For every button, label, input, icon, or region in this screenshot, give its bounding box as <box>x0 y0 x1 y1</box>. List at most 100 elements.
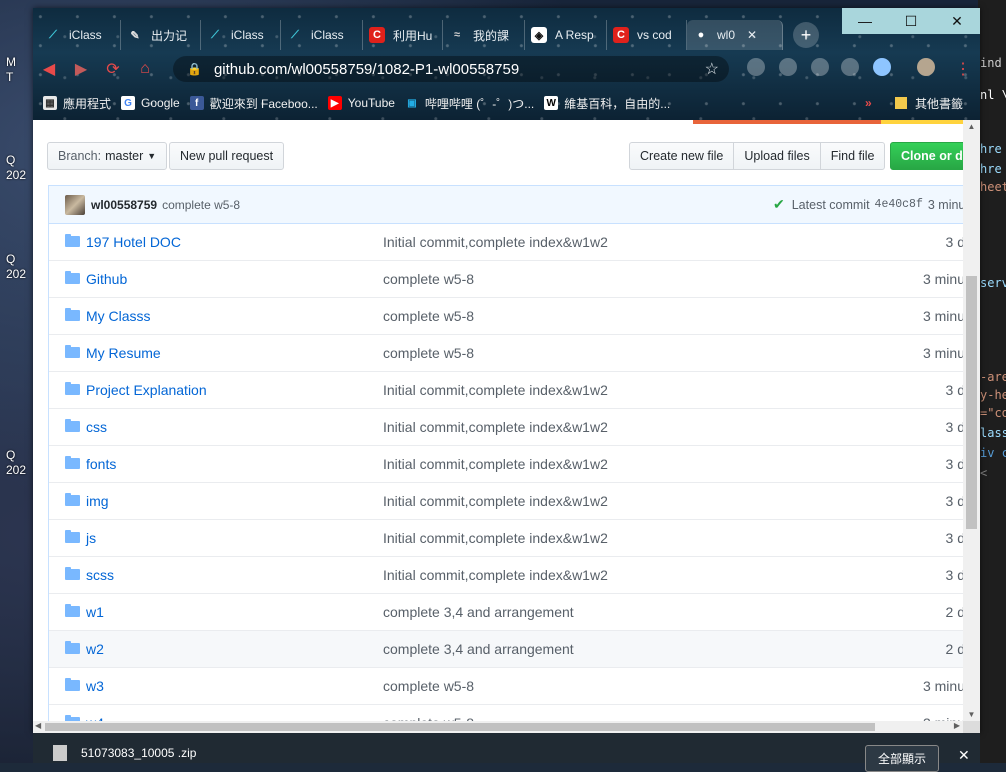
file-row[interactable]: js Initial commit,complete index&w1w2 3 d <box>49 520 963 557</box>
horizontal-scroll-thumb[interactable] <box>45 723 875 731</box>
file-row[interactable]: img Initial commit,complete index&w1w2 3 d <box>49 483 963 520</box>
forward-icon[interactable]: ▶ <box>65 59 97 79</box>
file-name-link[interactable]: 197 Hotel DOC <box>86 234 181 250</box>
file-commit-message[interactable]: Initial commit,complete index&w1w2 <box>383 382 608 398</box>
file-row[interactable]: scss Initial commit,complete index&w1w2 3 … <box>49 557 963 594</box>
address-bar[interactable]: 🔒 github.com/wl00558759/1082-P1-wl005587… <box>173 56 729 82</box>
bookmark-item[interactable]: G Google <box>121 96 180 110</box>
vertical-scroll-thumb[interactable] <box>966 276 977 529</box>
file-row[interactable]: Project Explanation Initial commit,comple… <box>49 372 963 409</box>
commit-author[interactable]: wl00558759 <box>91 198 157 212</box>
file-commit-message[interactable]: Initial commit,complete index&w1w2 <box>383 567 608 583</box>
tab-8[interactable]: ● wl0 ✕ <box>687 20 783 50</box>
menu-kebab-icon[interactable]: ⋮ <box>947 59 979 79</box>
file-row[interactable]: w1 complete 3,4 and arrangement 2 d <box>49 594 963 631</box>
diamond-extension-icon[interactable] <box>873 58 891 76</box>
tab-5[interactable]: ≈ 我的課 <box>443 20 525 50</box>
file-name-link[interactable]: w1 <box>86 604 104 620</box>
home-icon[interactable]: ⌂ <box>129 60 161 78</box>
file-commit-message[interactable]: complete w5-8 <box>383 308 474 324</box>
file-row[interactable]: My Resume complete w5-8 3 minu <box>49 335 963 372</box>
extension-icon[interactable] <box>779 58 797 76</box>
file-commit-message[interactable]: complete w5-8 <box>383 678 474 694</box>
file-commit-message[interactable]: complete 3,4 and arrangement <box>383 604 574 620</box>
close-download-bar-icon[interactable]: ✕ <box>958 747 970 764</box>
tab-7[interactable]: Cvs cod <box>607 20 687 50</box>
tab-6[interactable]: ◈ A Resp <box>525 20 607 50</box>
file-commit-message[interactable]: Initial commit,complete index&w1w2 <box>383 234 608 250</box>
desktop-icon-label[interactable]: 202 <box>6 463 26 477</box>
scroll-up-icon[interactable]: ▲ <box>963 122 980 131</box>
new-tab-button[interactable]: + <box>793 22 819 48</box>
reload-icon[interactable]: ⟳ <box>97 59 129 79</box>
extension-icon[interactable] <box>811 58 829 76</box>
file-name-link[interactable]: Project Explanation <box>86 382 207 398</box>
file-name-link[interactable]: My Resume <box>86 345 161 361</box>
file-commit-message[interactable]: Initial commit,complete index&w1w2 <box>383 530 608 546</box>
create-new-file-button[interactable]: Create new file <box>629 142 735 170</box>
file-commit-message[interactable]: complete 3,4 and arrangement <box>383 641 574 657</box>
horizontal-scrollbar[interactable]: ◀ ▶ <box>33 721 963 733</box>
other-bookmarks-folder[interactable]: 其他書籤 <box>895 95 963 112</box>
desktop-icon-label[interactable]: 202 <box>6 168 26 182</box>
maximize-button[interactable]: ☐ <box>888 8 934 34</box>
file-name-link[interactable]: Github <box>86 271 127 287</box>
commit-message[interactable]: complete w5-8 <box>162 198 240 212</box>
file-name-link[interactable]: fonts <box>86 456 116 472</box>
back-icon[interactable]: ◀ <box>33 59 65 79</box>
file-row[interactable]: w3 complete w5-8 3 minu <box>49 668 963 705</box>
new-pull-request-button[interactable]: New pull request <box>169 142 285 170</box>
file-name-link[interactable]: img <box>86 493 109 509</box>
find-file-button[interactable]: Find file <box>819 142 886 170</box>
file-name-link[interactable]: w3 <box>86 678 104 694</box>
file-commit-message[interactable]: Initial commit,complete index&w1w2 <box>383 419 608 435</box>
file-row[interactable]: w4complete w5-83 minu <box>49 705 963 721</box>
file-name-link[interactable]: scss <box>86 567 114 583</box>
branch-select-button[interactable]: Branch: master ▼ <box>47 142 168 170</box>
file-name-link[interactable]: js <box>86 530 96 546</box>
file-row[interactable]: My Classs complete w5-8 3 minu <box>49 298 963 335</box>
file-row[interactable]: fonts Initial commit,complete index&w1w2 3… <box>49 446 963 483</box>
file-row[interactable]: Github complete w5-8 3 minu <box>49 261 963 298</box>
bookmark-item[interactable]: W 維基百科，自由的... <box>544 95 670 112</box>
bookmark-item[interactable]: ▦ 應用程式 <box>43 95 111 112</box>
bookmark-item[interactable]: f 歡迎來到 Faceboo... <box>189 95 318 112</box>
desktop-icon-label[interactable]: 202 <box>6 267 26 281</box>
desktop-icon-label[interactable]: Q <box>6 448 15 462</box>
desktop-icon-label[interactable]: T <box>6 70 13 84</box>
extension-icon[interactable] <box>747 58 765 76</box>
file-commit-message[interactable]: complete w5-8 <box>383 271 474 287</box>
download-item[interactable]: 51073083_10005 .zip <box>53 745 196 761</box>
clone-or-download-button[interactable]: Clone or do <box>890 142 963 170</box>
desktop-icon-label[interactable]: Q <box>6 252 15 266</box>
file-commit-message[interactable]: Initial commit,complete index&w1w2 <box>383 456 608 472</box>
vertical-scrollbar[interactable]: ▲ ▼ <box>963 120 980 721</box>
file-row[interactable]: 197 Hotel DOC Initial commit,complete ind… <box>49 224 963 261</box>
file-row[interactable]: css Initial commit,complete index&w1w2 3 d <box>49 409 963 446</box>
extension-icon[interactable] <box>841 58 859 76</box>
close-window-button[interactable]: ✕ <box>934 8 980 34</box>
tab-2[interactable]: ⟋ iClass <box>201 20 281 50</box>
file-name-link[interactable]: w2 <box>86 641 104 657</box>
close-tab-icon[interactable]: ✕ <box>747 28 757 42</box>
tab-3[interactable]: ⟋ iClass <box>281 20 363 50</box>
tab-0[interactable]: ⟋ iClass <box>39 20 121 50</box>
bookmark-item[interactable]: ▣ 哔哩哔哩 (゜-゜)つ... <box>405 95 534 112</box>
upload-files-button[interactable]: Upload files <box>733 142 821 170</box>
file-commit-message[interactable]: Initial commit,complete index&w1w2 <box>383 493 608 509</box>
scroll-left-icon[interactable]: ◀ <box>35 721 41 730</box>
bookmark-item[interactable]: ▶ YouTube <box>327 96 395 110</box>
desktop-icon-label[interactable]: Q <box>6 153 15 167</box>
file-name-link[interactable]: css <box>86 419 107 435</box>
desktop-icon-label[interactable]: M <box>6 55 16 69</box>
bookmarks-overflow-icon[interactable]: » <box>865 96 872 110</box>
bookmark-star-icon[interactable]: ☆ <box>705 59 719 79</box>
tab-4[interactable]: C 利用Hu <box>363 20 443 50</box>
show-all-downloads-button[interactable]: 全部顯示 <box>865 745 940 772</box>
commit-sha[interactable]: 4e40c8f <box>875 198 923 211</box>
file-name-link[interactable]: My Classs <box>86 308 151 324</box>
file-commit-message[interactable]: complete w5-8 <box>383 345 474 361</box>
tab-1[interactable]: ✎ 出力记 <box>121 20 201 50</box>
file-row[interactable]: w2 complete 3,4 and arrangement 2 d <box>49 631 963 668</box>
avatar[interactable] <box>65 194 85 215</box>
